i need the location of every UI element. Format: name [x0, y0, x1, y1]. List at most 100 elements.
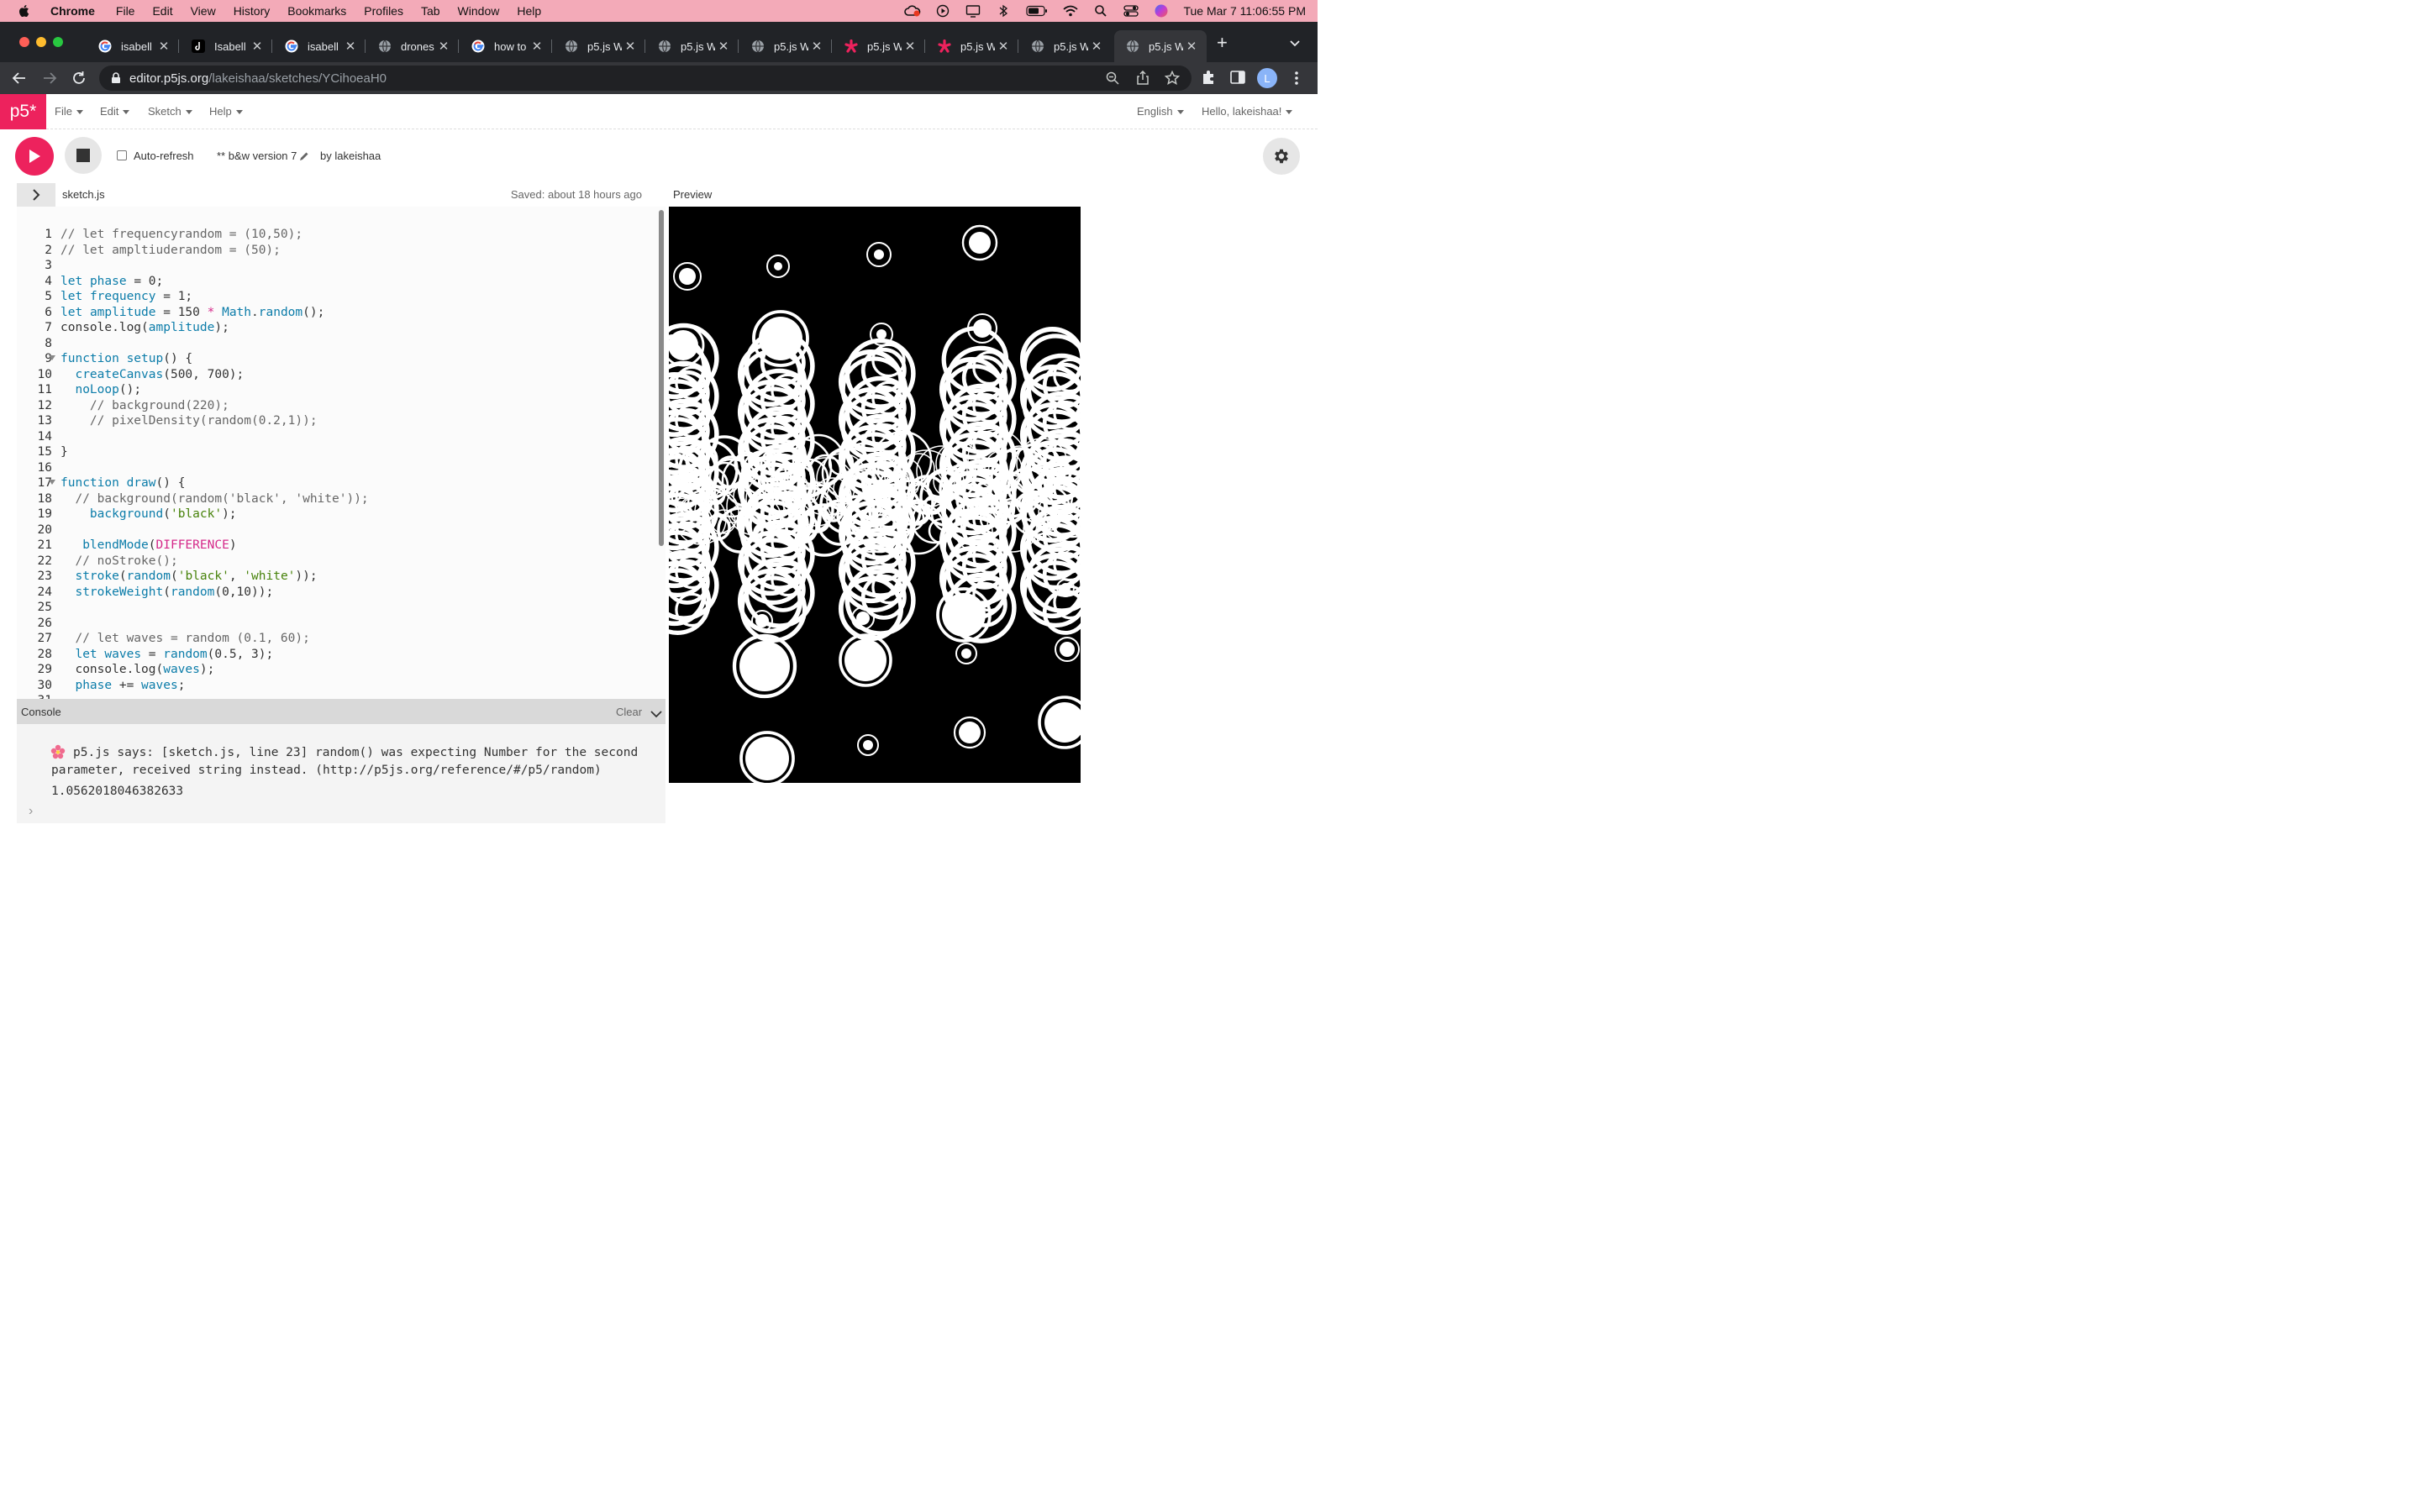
sketch-author[interactable]: by lakeishaa — [320, 150, 381, 162]
menu-window[interactable]: Window — [458, 4, 500, 18]
tab-search-chevron-icon[interactable] — [1289, 37, 1301, 52]
expand-sidebar-button[interactable] — [17, 183, 55, 207]
close-tab-icon[interactable]: ✕ — [808, 39, 825, 54]
code-line[interactable]: background('black'); — [60, 507, 369, 522]
menu-tab[interactable]: Tab — [421, 4, 440, 18]
browser-tab[interactable]: Isabell ✕ — [180, 30, 272, 62]
siri-icon[interactable] — [1153, 4, 1170, 18]
code-line[interactable]: createCanvas(500, 700); — [60, 367, 369, 383]
code-line[interactable]: let waves = random(0.5, 3); — [60, 647, 369, 663]
code-line[interactable]: // let waves = random (0.1, 60); — [60, 631, 369, 647]
chrome-menu-icon[interactable] — [1292, 71, 1301, 90]
menubar-clock[interactable]: Tue Mar 7 11:06:55 PM — [1183, 4, 1306, 18]
code-line[interactable]: noLoop(); — [60, 382, 369, 398]
close-tab-icon[interactable]: ✕ — [529, 39, 545, 54]
user-menu[interactable]: Hello, lakeishaa! — [1202, 105, 1293, 118]
code-line[interactable] — [60, 460, 369, 476]
close-tab-icon[interactable]: ✕ — [622, 39, 639, 54]
menu-edit[interactable]: Edit — [152, 4, 172, 18]
code-line[interactable]: // pixelDensity(random(0.2,1)); — [60, 413, 369, 429]
code-line[interactable] — [60, 336, 369, 352]
auto-refresh-label[interactable]: Auto-refresh — [134, 150, 194, 162]
code-line[interactable] — [60, 693, 369, 699]
settings-button[interactable] — [1263, 138, 1300, 175]
code-line[interactable] — [60, 429, 369, 445]
browser-tab[interactable]: p5.js W ✕ — [833, 30, 925, 62]
code-line[interactable] — [60, 258, 369, 274]
window-minimize-button[interactable] — [36, 37, 46, 47]
stop-button[interactable] — [65, 137, 102, 174]
code-line[interactable]: stroke(random('black', 'white')); — [60, 569, 369, 585]
menu-view[interactable]: View — [191, 4, 216, 18]
code-line[interactable]: } — [60, 444, 369, 460]
creative-cloud-icon[interactable] — [904, 4, 921, 18]
close-tab-icon[interactable]: ✕ — [342, 39, 359, 54]
control-center-icon[interactable] — [1123, 4, 1139, 18]
bookmark-star-icon[interactable] — [1164, 70, 1181, 89]
code-line[interactable]: let phase = 0; — [60, 274, 369, 290]
browser-tab[interactable]: isabell ✕ — [87, 30, 179, 62]
code-line[interactable]: // background(random('black', 'white')); — [60, 491, 368, 507]
editor-scrollbar[interactable] — [657, 207, 666, 699]
zoom-icon[interactable] — [1106, 71, 1119, 88]
language-menu[interactable]: English — [1137, 105, 1184, 118]
window-close-button[interactable] — [19, 37, 29, 47]
code-line[interactable] — [60, 616, 369, 632]
code-line[interactable]: // background(220); — [60, 398, 369, 414]
fold-triangle-icon[interactable] — [49, 480, 55, 485]
back-arrow-icon[interactable] — [12, 71, 27, 90]
fold-triangle-icon[interactable] — [49, 355, 55, 360]
code-line[interactable] — [60, 522, 369, 538]
browser-tab[interactable]: drones ✕ — [366, 30, 459, 62]
code-line[interactable]: function draw() { — [60, 475, 369, 491]
menu-history[interactable]: History — [234, 4, 271, 18]
new-tab-button[interactable]: + — [1217, 34, 1228, 52]
play-circle-icon[interactable] — [934, 4, 951, 18]
menu-help[interactable]: Help — [517, 4, 541, 18]
nav-sketch-menu[interactable]: Sketch — [148, 105, 192, 118]
code-editor[interactable]: 1 2 3 4 5 6 7 8 9 10 11 12 13 14 15 16 17 18 19 20 21 22 23 24 2… — [17, 207, 666, 699]
console-prompt-icon[interactable]: › — [29, 804, 33, 819]
p5-logo[interactable]: p5* — [0, 94, 46, 129]
menu-bookmarks[interactable]: Bookmarks — [287, 4, 346, 18]
browser-tab[interactable]: isabell ✕ — [273, 30, 366, 62]
code-line[interactable]: let frequency = 1; — [60, 289, 369, 305]
address-bar[interactable]: editor.p5js.org/lakeishaa/sketches/YCiho… — [99, 66, 1192, 91]
nav-edit-menu[interactable]: Edit — [100, 105, 130, 118]
browser-tab[interactable]: p5.js W ✕ — [646, 30, 739, 62]
browser-tab[interactable]: p5.js W ✕ — [926, 30, 1018, 62]
code-line[interactable]: let amplitude = 150 * Math.random(); — [60, 305, 369, 321]
forward-arrow-icon[interactable] — [42, 71, 57, 90]
reload-icon[interactable] — [71, 71, 87, 90]
menu-file[interactable]: File — [116, 4, 135, 18]
apple-icon[interactable] — [17, 3, 32, 18]
wifi-icon[interactable] — [1062, 4, 1079, 18]
file-name-tab[interactable]: sketch.js — [62, 188, 105, 201]
editor-scrollbar-thumb[interactable] — [659, 210, 664, 546]
share-icon[interactable] — [1136, 70, 1150, 89]
auto-refresh-checkbox[interactable] — [117, 150, 127, 160]
code-line[interactable]: phase += waves; — [60, 678, 369, 694]
console-clear-button[interactable]: Clear — [616, 706, 642, 718]
browser-tab[interactable]: p5.js W ✕ — [553, 30, 645, 62]
code-line[interactable]: // noStroke(); — [60, 554, 369, 570]
side-panel-icon[interactable] — [1230, 71, 1245, 88]
code-lines[interactable]: // let frequencyrandom = (10,50);// let … — [60, 227, 369, 699]
sketch-name[interactable]: ** b&w version 7 — [217, 150, 297, 162]
extensions-puzzle-icon[interactable] — [1201, 70, 1216, 89]
pencil-edit-icon[interactable] — [299, 150, 309, 165]
nav-file-menu[interactable]: File — [55, 105, 83, 118]
browser-tab[interactable]: p5.js W ✕ — [1019, 30, 1112, 62]
browser-tab[interactable]: p5.js W ✕ — [1114, 30, 1207, 62]
close-tab-icon[interactable]: ✕ — [155, 39, 172, 54]
nav-help-menu[interactable]: Help — [209, 105, 243, 118]
battery-icon[interactable] — [1025, 4, 1049, 18]
menu-profiles[interactable]: Profiles — [364, 4, 403, 18]
browser-tab[interactable]: how to ✕ — [460, 30, 552, 62]
sketch-preview-canvas[interactable] — [669, 207, 1081, 783]
code-line[interactable]: console.log(waves); — [60, 662, 369, 678]
code-line[interactable]: // let frequencyrandom = (10,50); — [60, 227, 369, 243]
close-tab-icon[interactable]: ✕ — [1183, 39, 1200, 54]
code-line[interactable]: // let ampltiuderandom = (50); — [60, 243, 369, 259]
code-line[interactable]: console.log(amplitude); — [60, 320, 369, 336]
